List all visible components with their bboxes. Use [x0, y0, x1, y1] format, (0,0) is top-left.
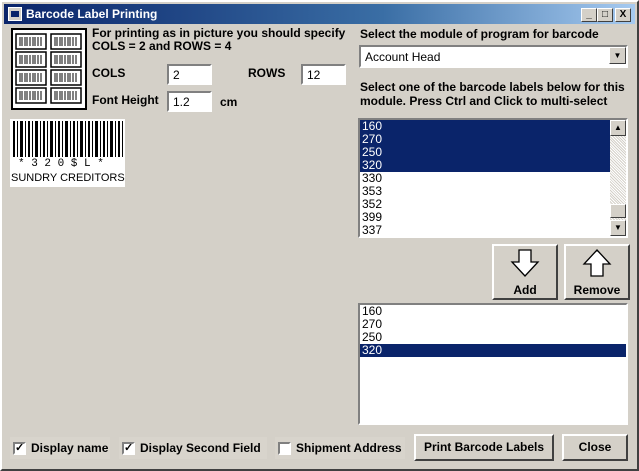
list-item[interactable]: 160	[360, 120, 610, 133]
module-select[interactable]: Account Head ▼	[359, 45, 628, 68]
shipment-label: Shipment Address	[296, 441, 402, 455]
display-second-check-icon[interactable]: ✓	[122, 441, 135, 455]
display-name-checkbox[interactable]: ✓ Display name	[10, 437, 110, 459]
list-item[interactable]: 352	[360, 198, 610, 211]
module-selected-value: Account Head	[365, 50, 441, 64]
list-item[interactable]: 330	[360, 172, 610, 185]
main-window: Barcode Label Printing _ □ X For printin…	[0, 0, 639, 471]
display-name-check-icon[interactable]: ✓	[13, 441, 26, 455]
scroll-up-icon[interactable]: ▲	[610, 120, 626, 136]
available-labels-list[interactable]: 160 270 250 320 330 353 352 399 337 ▲ ▼	[358, 118, 628, 238]
barcode-image	[13, 121, 123, 157]
remove-button[interactable]: Remove	[564, 244, 630, 300]
list-item[interactable]: 270	[360, 318, 626, 331]
remove-button-label: Remove	[573, 283, 621, 297]
list-item[interactable]: 250	[360, 331, 626, 344]
list-item[interactable]: 270	[360, 133, 610, 146]
title-bar[interactable]: Barcode Label Printing _ □ X	[4, 4, 635, 24]
dropdown-arrow-icon[interactable]: ▼	[609, 47, 626, 64]
module-label: Select the module of program for barcode	[360, 27, 599, 41]
add-button[interactable]: Add	[492, 244, 558, 300]
list-item[interactable]: 399	[360, 211, 610, 224]
label-layout-picture	[11, 28, 87, 110]
minimize-button[interactable]: _	[581, 8, 597, 22]
list-item[interactable]: 320	[360, 159, 610, 172]
arrow-up-icon	[582, 249, 612, 277]
barcode-text: * 3 2 0 $ L *	[18, 158, 104, 170]
rows-label: ROWS	[248, 66, 286, 80]
close-button[interactable]: Close	[562, 434, 628, 461]
print-barcode-labels-button[interactable]: Print Barcode Labels	[414, 434, 554, 461]
display-second-label: Display Second Field	[140, 441, 261, 455]
cols-label: COLS	[92, 66, 126, 80]
list-item[interactable]: 250	[360, 146, 610, 159]
arrow-down-icon	[510, 249, 540, 277]
shipment-address-checkbox[interactable]: Shipment Address	[275, 437, 405, 459]
label-grid-icon	[15, 33, 82, 104]
available-scrollbar[interactable]: ▲ ▼	[610, 120, 626, 236]
list-item[interactable]: 320	[360, 344, 626, 357]
app-icon	[8, 7, 22, 21]
window-title: Barcode Label Printing	[26, 7, 158, 21]
cols-input[interactable]: 2	[167, 64, 212, 85]
rows-input[interactable]: 12	[301, 64, 346, 85]
add-button-label: Add	[513, 283, 537, 297]
shipment-check-icon[interactable]	[278, 441, 291, 455]
chosen-labels-list[interactable]: 160 270 250 320	[358, 303, 628, 425]
list-item[interactable]: 337	[360, 224, 610, 237]
barcode-caption: SUNDRY CREDITORS	[11, 172, 125, 184]
font-height-input[interactable]: 1.2	[167, 91, 212, 112]
scroll-thumb[interactable]	[610, 204, 626, 218]
maximize-button[interactable]: □	[597, 8, 613, 22]
list-item[interactable]: 160	[360, 305, 626, 318]
printing-instructions: For printing as in picture you should sp…	[92, 26, 346, 53]
display-name-label: Display name	[31, 441, 109, 455]
font-height-label: Font Height	[92, 93, 159, 107]
font-unit-label: cm	[220, 95, 238, 109]
display-second-field-checkbox[interactable]: ✓ Display Second Field	[119, 437, 267, 459]
scroll-down-icon[interactable]: ▼	[610, 220, 626, 236]
barcode-preview: * 3 2 0 $ L * SUNDRY CREDITORS	[10, 119, 125, 187]
close-window-button[interactable]: X	[615, 8, 631, 22]
list-item[interactable]: 353	[360, 185, 610, 198]
labels-instruction: Select one of the barcode labels below f…	[360, 80, 625, 108]
